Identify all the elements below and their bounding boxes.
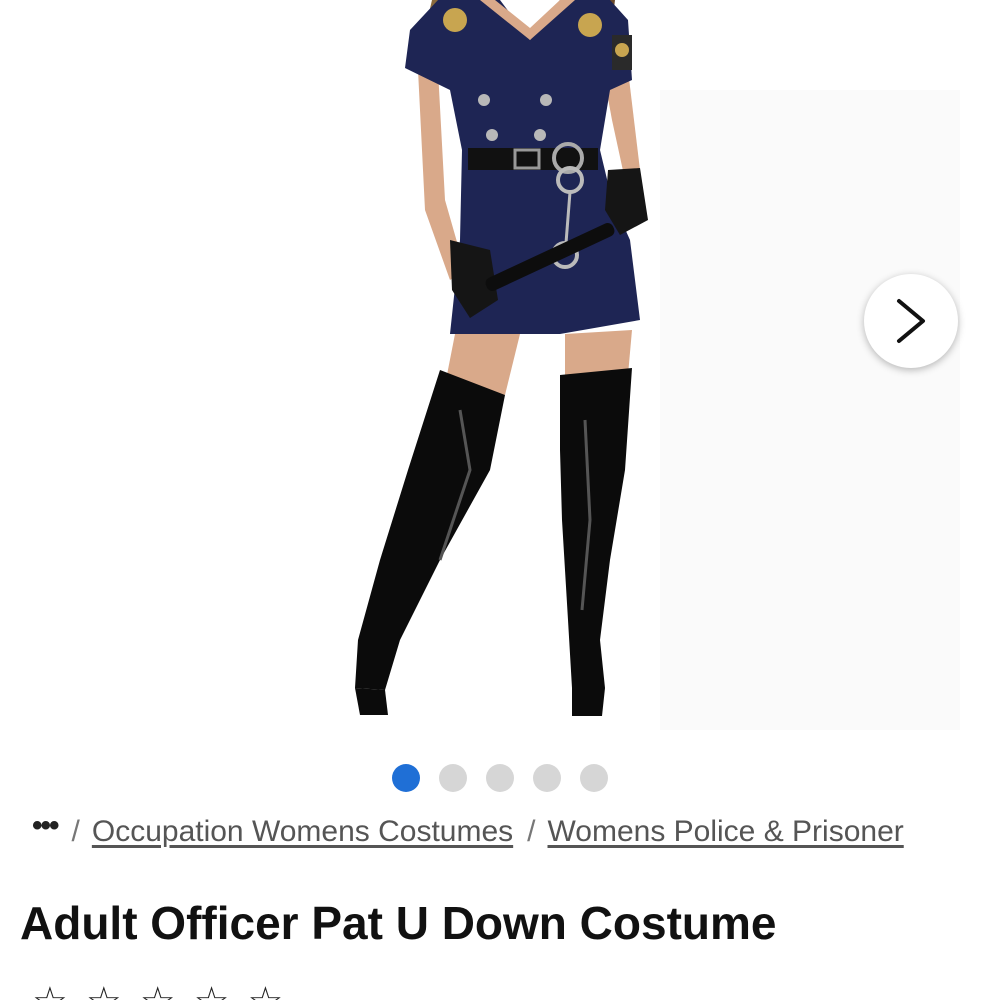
product-title: Adult Officer Pat U Down Costume [20,897,777,949]
product-page: ••• / Occupation Womens Costumes / Women… [0,0,1000,1000]
breadcrumb-more-button[interactable]: ••• [32,811,59,841]
carousel-dot-4[interactable] [533,764,561,792]
product-photo [355,0,960,730]
breadcrumb: ••• / Occupation Womens Costumes / Women… [32,810,1000,854]
breadcrumb-link-womens-police-prisoner[interactable]: Womens Police & Prisoner [548,815,904,849]
carousel-dot-5[interactable] [580,764,608,792]
carousel-pagination [392,764,608,792]
chevron-right-icon [897,299,925,343]
breadcrumb-separator: / [71,815,80,848]
breadcrumb-separator: / [527,815,536,848]
rating-stars[interactable]: ☆☆☆☆☆ [32,982,301,1000]
carousel-dot-3[interactable] [486,764,514,792]
breadcrumb-link-occupation-womens-costumes[interactable]: Occupation Womens Costumes [92,815,513,849]
product-image-carousel[interactable] [0,0,1000,745]
carousel-next-button[interactable] [864,274,958,368]
carousel-dot-1[interactable] [392,764,420,792]
carousel-dot-2[interactable] [439,764,467,792]
